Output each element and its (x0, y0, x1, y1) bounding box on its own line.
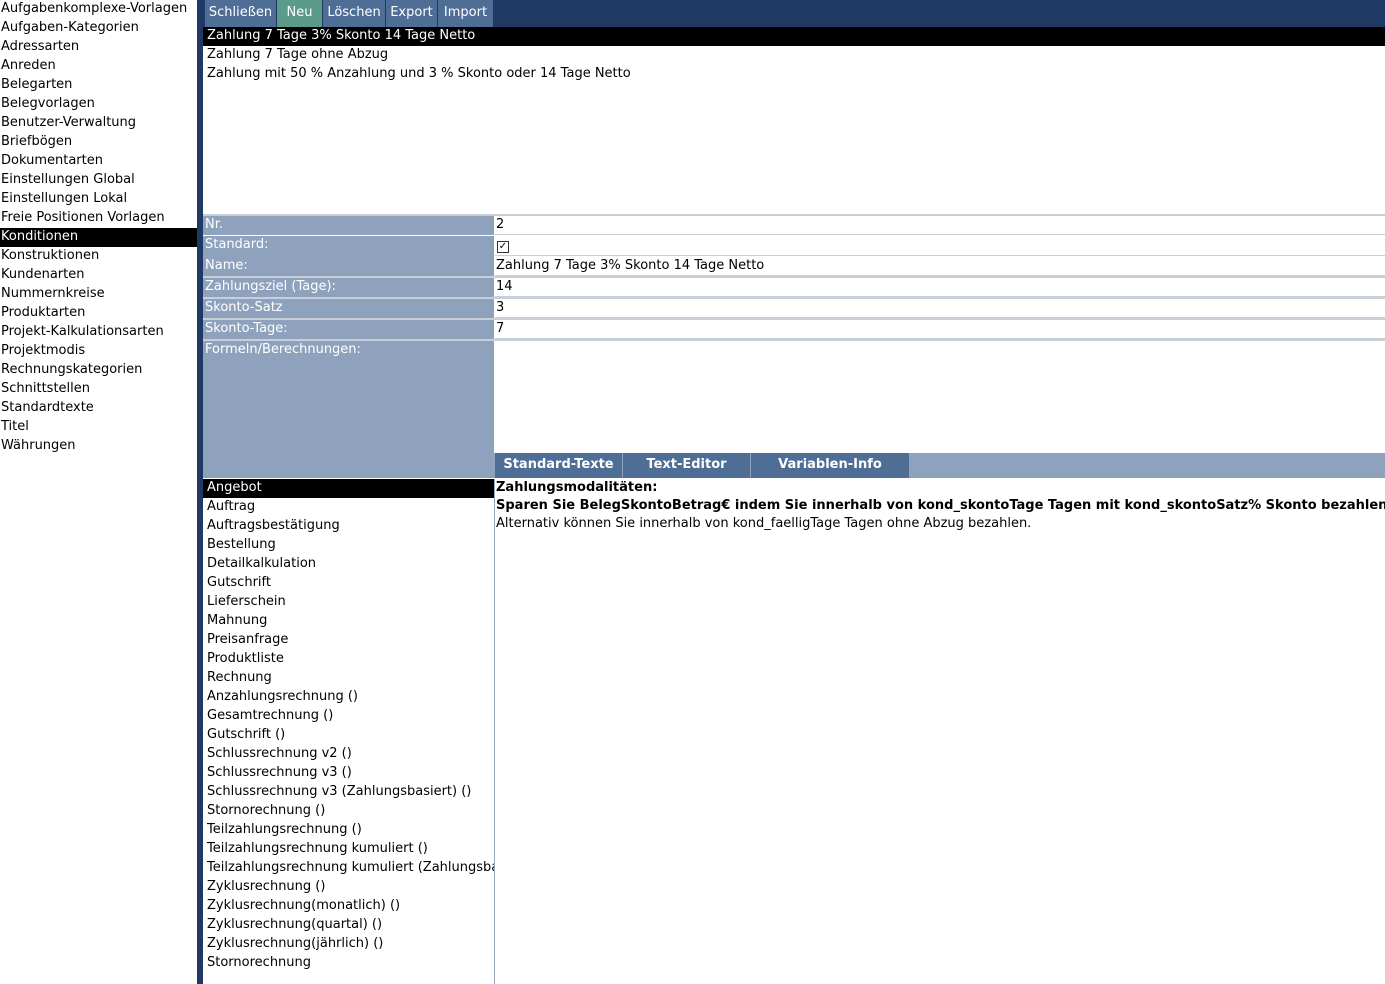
doc-type-item[interactable]: Schlussrechnung v3 (Zahlungsbasiert) () (203, 783, 494, 802)
sidebar-item[interactable]: Benutzer-Verwaltung (0, 114, 197, 133)
conditions-list: Zahlung 7 Tage 3% Skonto 14 Tage Netto Z… (203, 27, 1385, 215)
sidebar-item[interactable]: Projektmodis (0, 342, 197, 361)
standard-label: Standard: (203, 236, 494, 256)
sidebar-item[interactable]: Dokumentarten (0, 152, 197, 171)
sidebar-item[interactable]: Aufgabenkomplexe-Vorlagen (0, 0, 197, 19)
doc-type-item[interactable]: Schlussrechnung v2 () (203, 745, 494, 764)
formeln-field[interactable] (495, 341, 1385, 453)
editor-line: Alternativ können Sie innerhalb von kond… (496, 516, 1032, 531)
sidebar-item[interactable]: Adressarten (0, 38, 197, 57)
condition-item[interactable]: Zahlung mit 50 % Anzahlung und 3 % Skont… (203, 65, 1385, 84)
sidebar-item[interactable]: Einstellungen Global (0, 171, 197, 190)
text-editor[interactable]: Zahlungsmodalitäten: Sparen Sie BelegSko… (495, 479, 1385, 984)
sidebar-item[interactable]: Projekt-Kalkulationsarten (0, 323, 197, 342)
doc-type-item[interactable]: Gesamtrechnung () (203, 707, 494, 726)
condition-item[interactable]: Zahlung 7 Tage 3% Skonto 14 Tage Netto (203, 27, 1385, 46)
doc-type-item[interactable]: Lieferschein (203, 593, 494, 612)
toolbar: Schließen Neu Löschen Export Import (203, 0, 1385, 27)
sidebar-item[interactable]: Titel (0, 418, 197, 437)
skonto-satz-label: Skonto-Satz (203, 299, 494, 318)
doc-type-item[interactable]: Bestellung (203, 536, 494, 555)
tab-text-editor[interactable]: Text-Editor (623, 453, 750, 478)
sidebar-item[interactable]: Produktarten (0, 304, 197, 323)
doc-type-item[interactable]: Detailkalkulation (203, 555, 494, 574)
editor-line: Zahlungsmodalitäten: (496, 480, 658, 495)
doc-type-item[interactable]: Stornorechnung () (203, 802, 494, 821)
skonto-satz-field[interactable]: 3 (495, 299, 1385, 318)
standard-checkbox[interactable]: ✓ (497, 241, 509, 253)
export-button[interactable]: Export (386, 0, 437, 27)
tab-bar: Standard-Texte Text-Editor Variablen-Inf… (203, 453, 1385, 478)
name-label: Name: (203, 256, 494, 276)
sidebar-item[interactable]: Kundenarten (0, 266, 197, 285)
sidebar-item[interactable]: Aufgaben-Kategorien (0, 19, 197, 38)
editor-line: Sparen Sie BelegSkontoBetrag€ indem Sie … (496, 498, 1385, 513)
doc-type-item[interactable]: Mahnung (203, 612, 494, 631)
sidebar-item[interactable]: Briefbögen (0, 133, 197, 152)
doc-type-item[interactable]: Rechnung (203, 669, 494, 688)
document-type-list: Angebot Auftrag Auftragsbestätigung Bestell… (203, 479, 494, 984)
import-button[interactable]: Import (438, 0, 493, 27)
name-field[interactable]: Zahlung 7 Tage 3% Skonto 14 Tage Netto (495, 256, 1385, 276)
doc-type-item[interactable]: Zyklusrechnung () (203, 878, 494, 897)
sidebar-item[interactable]: Einstellungen Lokal (0, 190, 197, 209)
sidebar-item[interactable]: Schnittstellen (0, 380, 197, 399)
sidebar-item[interactable]: Belegarten (0, 76, 197, 95)
doc-type-item[interactable]: Angebot (203, 479, 494, 498)
sidebar-item[interactable]: Nummernkreise (0, 285, 197, 304)
zahlungsziel-field[interactable]: 14 (495, 278, 1385, 297)
sidebar-item[interactable]: Konstruktionen (0, 247, 197, 266)
doc-type-item[interactable]: Teilzahlungsrechnung () (203, 821, 494, 840)
doc-type-item[interactable]: Produktliste (203, 650, 494, 669)
doc-type-item[interactable]: Zyklusrechnung(monatlich) () (203, 897, 494, 916)
tab-standard-texte[interactable]: Standard-Texte (495, 453, 622, 478)
tab-variablen-info[interactable]: Variablen-Info (751, 453, 909, 478)
sidebar-item[interactable]: Freie Positionen Vorlagen (0, 209, 197, 228)
standard-field: ✓ (495, 236, 1385, 256)
doc-type-item[interactable]: Zyklusrechnung(quartal) () (203, 916, 494, 935)
new-button[interactable]: Neu (277, 0, 322, 27)
sidebar-item[interactable]: Konditionen (0, 228, 197, 247)
formeln-label: Formeln/Berechnungen: (203, 341, 494, 453)
nr-field[interactable]: 2 (495, 216, 1385, 235)
category-list: Aufgabenkomplexe-Vorlagen Aufgaben-Katego… (0, 0, 197, 984)
nr-label: Nr. (203, 216, 494, 235)
sidebar-item[interactable]: Belegvorlagen (0, 95, 197, 114)
sidebar-item[interactable]: Standardtexte (0, 399, 197, 418)
doc-type-item[interactable]: Preisanfrage (203, 631, 494, 650)
close-button[interactable]: Schließen (205, 0, 276, 27)
sidebar-item[interactable]: Rechnungskategorien (0, 361, 197, 380)
delete-button[interactable]: Löschen (323, 0, 385, 27)
doc-type-item[interactable]: Anzahlungsrechnung () (203, 688, 494, 707)
skonto-tage-label: Skonto-Tage: (203, 320, 494, 339)
doc-type-item[interactable]: Gutschrift (203, 574, 494, 593)
doc-type-item[interactable]: Teilzahlungsrechnung kumuliert (Zahlungs… (203, 859, 494, 878)
doc-type-item[interactable]: Stornorechnung (203, 954, 494, 973)
skonto-tage-field[interactable]: 7 (495, 320, 1385, 339)
sidebar-item[interactable]: Anreden (0, 57, 197, 76)
doc-type-item[interactable]: Gutschrift () (203, 726, 494, 745)
condition-item[interactable]: Zahlung 7 Tage ohne Abzug (203, 46, 1385, 65)
doc-type-item[interactable]: Zyklusrechnung(jährlich) () (203, 935, 494, 954)
doc-type-item[interactable]: Teilzahlungsrechnung kumuliert () (203, 840, 494, 859)
doc-type-item[interactable]: Auftragsbestätigung (203, 517, 494, 536)
zahlungsziel-label: Zahlungsziel (Tage): (203, 278, 494, 297)
doc-type-item[interactable]: Auftrag (203, 498, 494, 517)
sidebar-item[interactable]: Währungen (0, 437, 197, 456)
doc-type-item[interactable]: Schlussrechnung v3 () (203, 764, 494, 783)
